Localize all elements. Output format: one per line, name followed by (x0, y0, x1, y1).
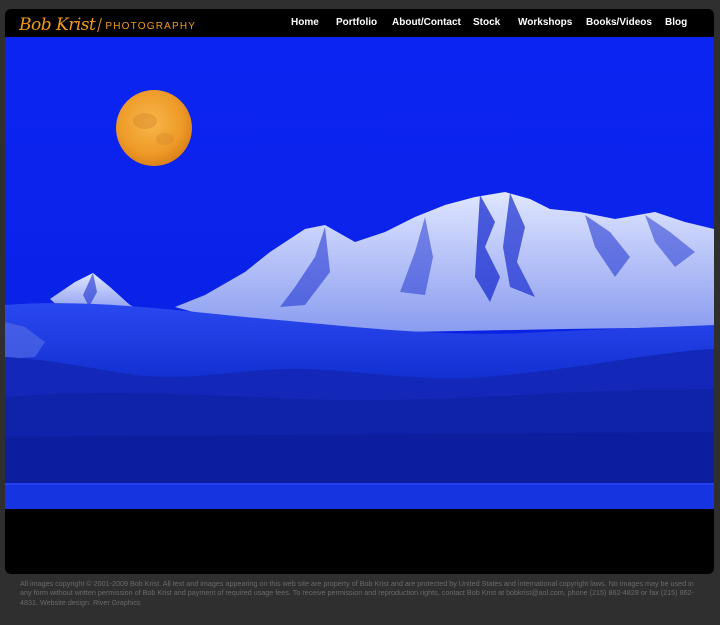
nav-about-contact[interactable]: About/Contact (392, 17, 461, 28)
nav-blog[interactable]: Blog (665, 17, 687, 28)
nav-portfolio[interactable]: Portfolio (336, 17, 377, 28)
moon (116, 90, 192, 166)
site-header: Bob Krist PHOTOGRAPHY Home Portfolio Abo… (5, 9, 714, 37)
hero-photo (5, 37, 714, 509)
logo-divider (97, 18, 103, 32)
copyright-footer: All images copyright © 2001-2009 Bob Kri… (20, 579, 694, 607)
moonrise-mountain-photo (5, 37, 714, 509)
nav-stock[interactable]: Stock (473, 17, 500, 28)
site-frame: Bob Krist PHOTOGRAPHY Home Portfolio Abo… (5, 9, 714, 574)
nav-home[interactable]: Home (291, 17, 319, 28)
logo-signature: Bob Krist (19, 15, 96, 35)
nav-books-videos[interactable]: Books/Videos (586, 17, 652, 28)
site-logo[interactable]: Bob Krist PHOTOGRAPHY (19, 13, 196, 35)
nav-workshops[interactable]: Workshops (518, 17, 572, 28)
water (5, 483, 714, 509)
logo-tagline: PHOTOGRAPHY (105, 21, 197, 32)
